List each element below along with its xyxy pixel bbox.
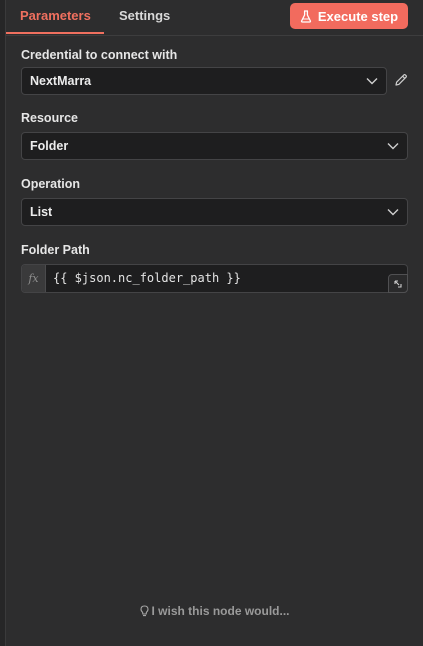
credential-select[interactable]: NextMarra (21, 67, 387, 95)
resource-label: Resource (21, 111, 78, 125)
node-feedback-link[interactable]: I wish this node would... (6, 603, 423, 618)
active-tab-indicator (6, 32, 104, 34)
execute-step-button[interactable]: Execute step (290, 3, 408, 29)
tab-settings[interactable]: Settings (119, 0, 170, 34)
open-expression-editor-icon (394, 279, 402, 288)
fx-icon: fx (22, 265, 46, 292)
resource-select[interactable]: Folder (21, 132, 408, 160)
resource-value: Folder (30, 139, 69, 153)
folder-path-label: Folder Path (21, 243, 90, 257)
feedback-label: I wish this node would... (151, 603, 290, 618)
credential-label: Credential to connect with (21, 48, 178, 62)
operation-select[interactable]: List (21, 198, 408, 226)
tab-parameters[interactable]: Parameters (20, 0, 91, 34)
node-parameters-panel: Parameters Settings Execute step Credent… (6, 0, 423, 646)
operation-value: List (30, 205, 53, 219)
panel-header: Parameters Settings Execute step (6, 0, 423, 36)
chevron-down-icon (387, 209, 399, 216)
edit-credential-pencil-icon[interactable] (394, 73, 408, 87)
lightbulb-icon (139, 605, 149, 616)
expand-expression-button[interactable] (388, 274, 408, 293)
folder-path-expression-input[interactable]: fx {{ $json.nc_folder_path }} (21, 264, 408, 293)
flask-icon (300, 9, 312, 23)
chevron-down-icon (387, 143, 399, 150)
chevron-down-icon (366, 78, 378, 85)
folder-path-expression-value[interactable]: {{ $json.nc_folder_path }} (53, 265, 241, 292)
credential-value: NextMarra (30, 74, 92, 88)
execute-step-label: Execute step (317, 8, 399, 24)
operation-label: Operation (21, 177, 81, 191)
